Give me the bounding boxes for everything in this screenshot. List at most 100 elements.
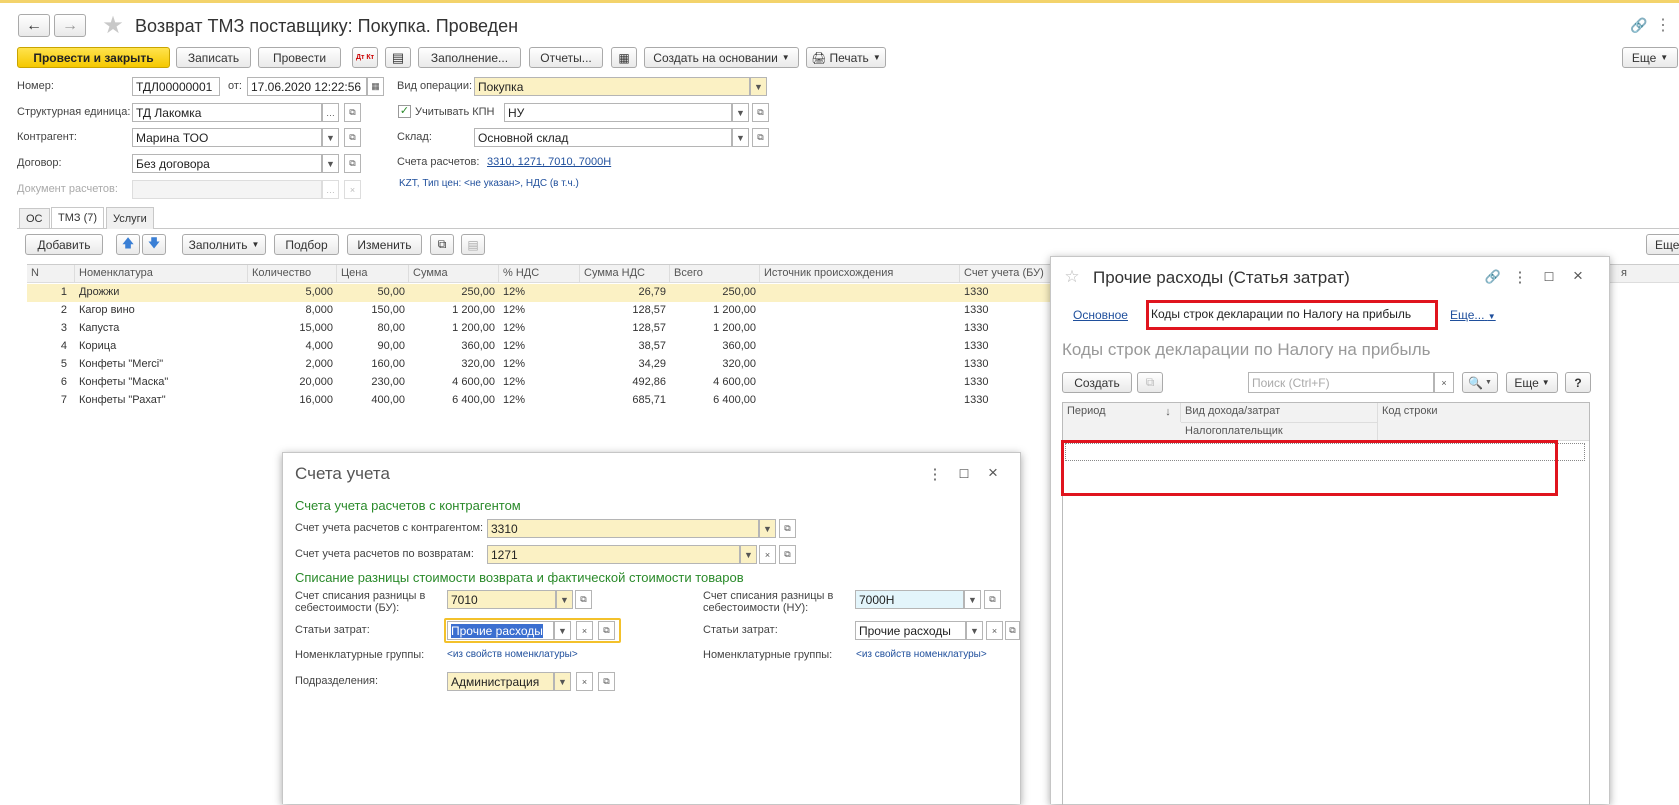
writeoff-bu-field[interactable]: 7010: [447, 590, 556, 609]
warehouse-open-button[interactable]: ⧉: [752, 128, 769, 147]
acc-returns-clear[interactable]: ×: [759, 545, 776, 564]
col-price[interactable]: Цена: [337, 265, 409, 283]
tab-codes[interactable]: Коды строк декларации по Налогу на прибы…: [1151, 307, 1411, 321]
col-quantity[interactable]: Количество: [248, 265, 337, 283]
expense-more-button[interactable]: Еще ▼: [1506, 372, 1558, 393]
tab-os[interactable]: ОС: [19, 208, 50, 228]
contract-open-button[interactable]: ⧉: [344, 154, 361, 173]
cost-items-nu-dropdown[interactable]: ▼: [966, 621, 983, 640]
accounts-link[interactable]: 3310, 1271, 7010, 7000Н: [487, 156, 611, 168]
maximize-icon[interactable]: ☐: [957, 466, 971, 482]
copy-record-button[interactable]: ⧉: [1137, 372, 1163, 393]
warehouse-field[interactable]: Основной склад: [474, 128, 732, 147]
col-row-code[interactable]: Код строки: [1378, 403, 1589, 422]
unit-open-button[interactable]: ⧉: [344, 103, 361, 122]
post-button[interactable]: Провести: [258, 47, 341, 68]
create-based-on-button[interactable]: Создать на основании ▼: [644, 47, 799, 68]
col-sum[interactable]: Сумма: [409, 265, 499, 283]
structure-button[interactable]: ▦: [611, 47, 637, 68]
forward-button[interactable]: →: [54, 14, 86, 37]
link-icon[interactable]: 🔗: [1630, 16, 1648, 34]
tab-tmz[interactable]: ТМЗ (7): [51, 207, 105, 228]
menu-dots-icon[interactable]: ⋮: [928, 466, 943, 483]
col-vat-sum[interactable]: Сумма НДС: [580, 265, 670, 283]
acc-returns-dropdown[interactable]: ▼: [740, 545, 757, 564]
warehouse-dropdown[interactable]: ▼: [732, 128, 749, 147]
col-vat-rate[interactable]: % НДС: [499, 265, 580, 283]
search-input[interactable]: Поиск (Ctrl+F): [1248, 372, 1434, 393]
contractor-dropdown[interactable]: ▼: [322, 128, 339, 147]
kpn-dropdown[interactable]: ▼: [732, 103, 749, 122]
fill-table-button[interactable]: Заполнить ▼: [182, 234, 266, 255]
favorite-star-icon[interactable]: ☆: [1062, 267, 1082, 287]
writeoff-nu-dropdown[interactable]: ▼: [964, 590, 981, 609]
acc-contractor-open[interactable]: ⧉: [779, 519, 796, 538]
cost-items-bu-dropdown[interactable]: ▼: [554, 621, 571, 640]
print-button[interactable]: 🖨 Печать ▼: [806, 47, 886, 68]
tab-more[interactable]: Еще... ▼: [1450, 308, 1496, 322]
writeoff-nu-field[interactable]: 7000Н: [855, 590, 964, 609]
nom-groups-nu-link[interactable]: <из свойств номенклатуры>: [856, 649, 987, 660]
back-button[interactable]: ←: [18, 14, 50, 37]
selection-button[interactable]: Подбор: [274, 234, 339, 255]
contract-dropdown[interactable]: ▼: [322, 154, 339, 173]
number-field[interactable]: ТДЛ00000001: [132, 77, 220, 96]
search-clear-button[interactable]: ×: [1434, 372, 1454, 393]
save-button[interactable]: Записать: [176, 47, 251, 68]
divisions-field[interactable]: Администрация: [447, 672, 554, 691]
journal-button[interactable]: ▤: [385, 47, 411, 68]
col-origin[interactable]: Источник происхождения: [760, 265, 960, 283]
copy-button[interactable]: ⧉: [430, 234, 454, 255]
more-button[interactable]: Еще ▼: [1622, 47, 1678, 68]
maximize-icon[interactable]: ☐: [1542, 268, 1556, 286]
post-and-close-button[interactable]: Провести и закрыть: [17, 47, 170, 68]
kpn-open-button[interactable]: ⧉: [752, 103, 769, 122]
search-button[interactable]: 🔍 ▼: [1462, 372, 1498, 393]
col-nomenclature[interactable]: Номенклатура: [75, 265, 248, 283]
divisions-open[interactable]: ⧉: [598, 672, 615, 691]
link-icon[interactable]: 🔗: [1484, 268, 1502, 286]
col-taxpayer[interactable]: Налогоплательщик: [1181, 422, 1378, 441]
kpn-checkbox[interactable]: ✓: [398, 105, 411, 118]
favorite-star-icon[interactable]: ★: [100, 12, 126, 39]
menu-dots-icon[interactable]: ⋮: [1655, 16, 1671, 34]
currency-info-link[interactable]: KZT, Тип цен: <не указан>, НДС (в т.ч.): [399, 178, 579, 189]
acc-contractor-field[interactable]: 3310: [487, 519, 759, 538]
writeoff-nu-open[interactable]: ⧉: [984, 590, 1001, 609]
table-more-button[interactable]: Еще: [1646, 234, 1679, 255]
add-row-button[interactable]: Добавить: [25, 234, 103, 255]
col-total[interactable]: Всего: [670, 265, 760, 283]
tab-main[interactable]: Основное: [1073, 308, 1128, 322]
writeoff-bu-open[interactable]: ⧉: [575, 590, 592, 609]
date-field[interactable]: 17.06.2020 12:22:56: [247, 77, 367, 96]
kpn-field[interactable]: НУ: [504, 103, 732, 122]
cost-items-bu-clear[interactable]: ×: [576, 621, 593, 640]
calendar-button[interactable]: ▦: [367, 77, 384, 96]
cost-items-nu-clear[interactable]: ×: [986, 621, 1003, 640]
operation-dropdown[interactable]: ▼: [750, 77, 767, 96]
cost-items-nu-open[interactable]: ⧉: [1005, 621, 1020, 640]
unit-select-button[interactable]: …: [322, 103, 339, 122]
col-cut[interactable]: я: [1617, 265, 1679, 283]
cost-items-bu-open[interactable]: ⧉: [598, 621, 615, 640]
create-button[interactable]: Создать: [1062, 372, 1132, 393]
contract-field[interactable]: Без договора: [132, 154, 322, 173]
tab-services[interactable]: Услуги: [106, 207, 154, 229]
cost-items-nu-field[interactable]: Прочие расходы: [855, 621, 966, 640]
paste-button[interactable]: ▤: [461, 234, 485, 255]
acc-contractor-dropdown[interactable]: ▼: [759, 519, 776, 538]
unit-field[interactable]: ТД Лакомка: [132, 103, 322, 122]
nom-groups-bu-link[interactable]: <из свойств номенклатуры>: [447, 649, 578, 660]
move-down-button[interactable]: 🡇: [142, 234, 166, 255]
contractor-field[interactable]: Марина ТОО: [132, 128, 322, 147]
acc-returns-open[interactable]: ⧉: [779, 545, 796, 564]
operation-field[interactable]: Покупка: [474, 77, 750, 96]
change-button[interactable]: Изменить: [347, 234, 422, 255]
divisions-clear[interactable]: ×: [576, 672, 593, 691]
cost-items-bu-field[interactable]: Прочие расходы: [447, 621, 554, 640]
col-n[interactable]: N: [27, 265, 75, 283]
fill-menu-button[interactable]: Заполнение...: [418, 47, 521, 68]
menu-dots-icon[interactable]: ⋮: [1513, 268, 1528, 286]
contractor-open-button[interactable]: ⧉: [344, 128, 361, 147]
col-income-type[interactable]: Вид дохода/затрат: [1181, 403, 1378, 422]
